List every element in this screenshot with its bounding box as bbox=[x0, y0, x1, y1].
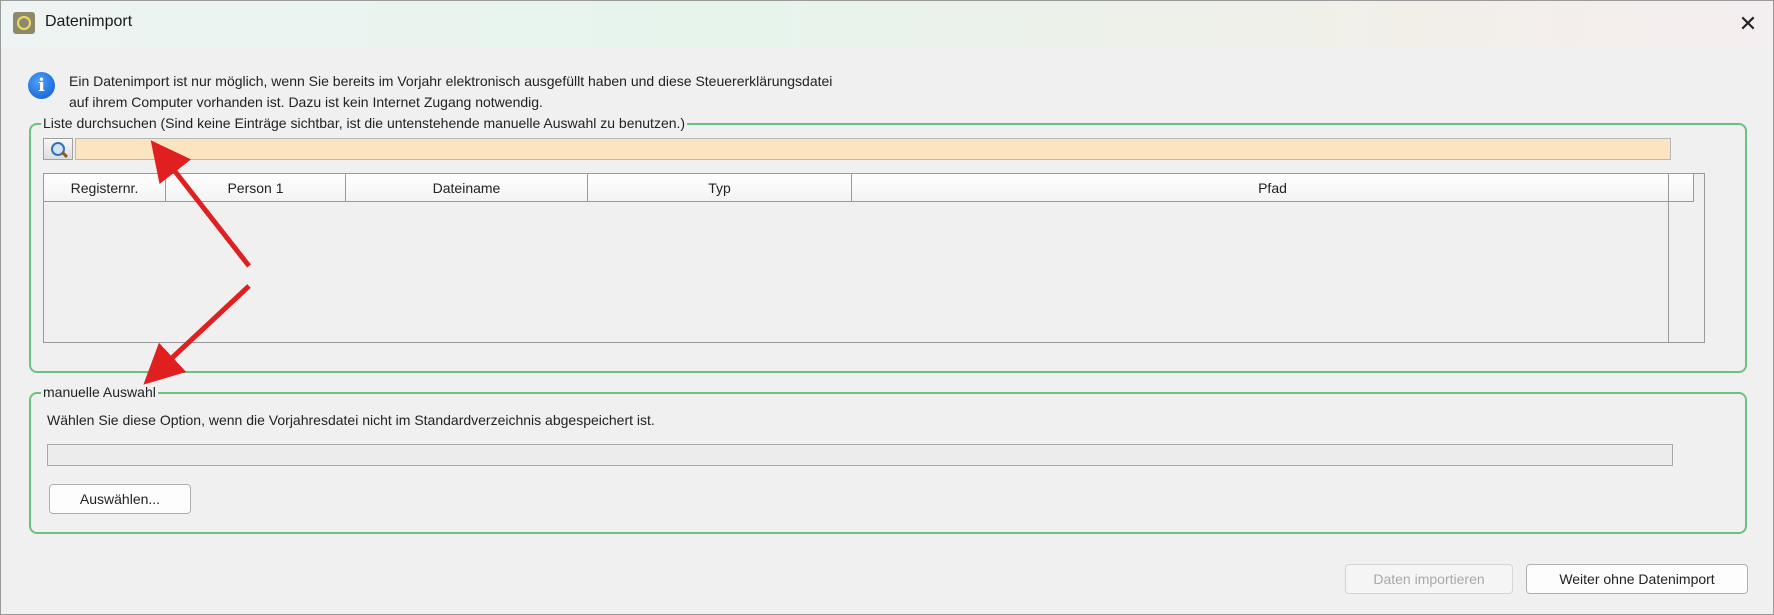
manual-description: Wählen Sie diese Option, wenn die Vorjah… bbox=[47, 412, 655, 428]
column-header-typ[interactable]: Typ bbox=[588, 174, 852, 202]
column-header-registernr[interactable]: Registernr. bbox=[44, 174, 166, 202]
datenimport-dialog: Datenimport ✕ i Ein Datenimport ist nur … bbox=[0, 0, 1774, 615]
column-header-person1[interactable]: Person 1 bbox=[166, 174, 346, 202]
select-file-button[interactable]: Auswählen... bbox=[49, 484, 191, 514]
column-header-dateiname[interactable]: Dateiname bbox=[346, 174, 588, 202]
table-scroll-divider bbox=[1668, 174, 1669, 342]
manual-selection-group: manuelle Auswahl Wählen Sie diese Option… bbox=[29, 384, 1747, 534]
table-header: Registernr. Person 1 Dateiname Typ Pfad bbox=[44, 174, 1694, 202]
app-icon bbox=[13, 12, 35, 34]
info-icon: i bbox=[28, 72, 55, 99]
search-input[interactable] bbox=[75, 138, 1671, 160]
table-body bbox=[44, 202, 1666, 342]
column-header-pfad[interactable]: Pfad bbox=[852, 174, 1694, 202]
file-table[interactable]: Registernr. Person 1 Dateiname Typ Pfad bbox=[43, 173, 1705, 343]
info-line-1: Ein Datenimport ist nur möglich, wenn Si… bbox=[69, 73, 833, 89]
search-row bbox=[43, 138, 1671, 160]
window-title: Datenimport bbox=[45, 13, 133, 30]
import-data-button[interactable]: Daten importieren bbox=[1345, 564, 1513, 594]
info-message: Ein Datenimport ist nur möglich, wenn Si… bbox=[69, 71, 832, 113]
close-icon: ✕ bbox=[1738, 11, 1758, 36]
title-bar: Datenimport ✕ bbox=[1, 1, 1773, 47]
list-group-legend: Liste durchsuchen (Sind keine Einträge s… bbox=[41, 115, 688, 131]
manual-path-field[interactable] bbox=[47, 444, 1673, 466]
continue-without-import-button[interactable]: Weiter ohne Datenimport bbox=[1526, 564, 1748, 594]
list-search-group: Liste durchsuchen (Sind keine Einträge s… bbox=[29, 115, 1747, 373]
manual-group-legend: manuelle Auswahl bbox=[41, 384, 158, 400]
close-button[interactable]: ✕ bbox=[1723, 1, 1773, 47]
search-button[interactable] bbox=[43, 138, 73, 160]
info-line-2: auf ihrem Computer vorhanden ist. Dazu i… bbox=[69, 94, 543, 110]
